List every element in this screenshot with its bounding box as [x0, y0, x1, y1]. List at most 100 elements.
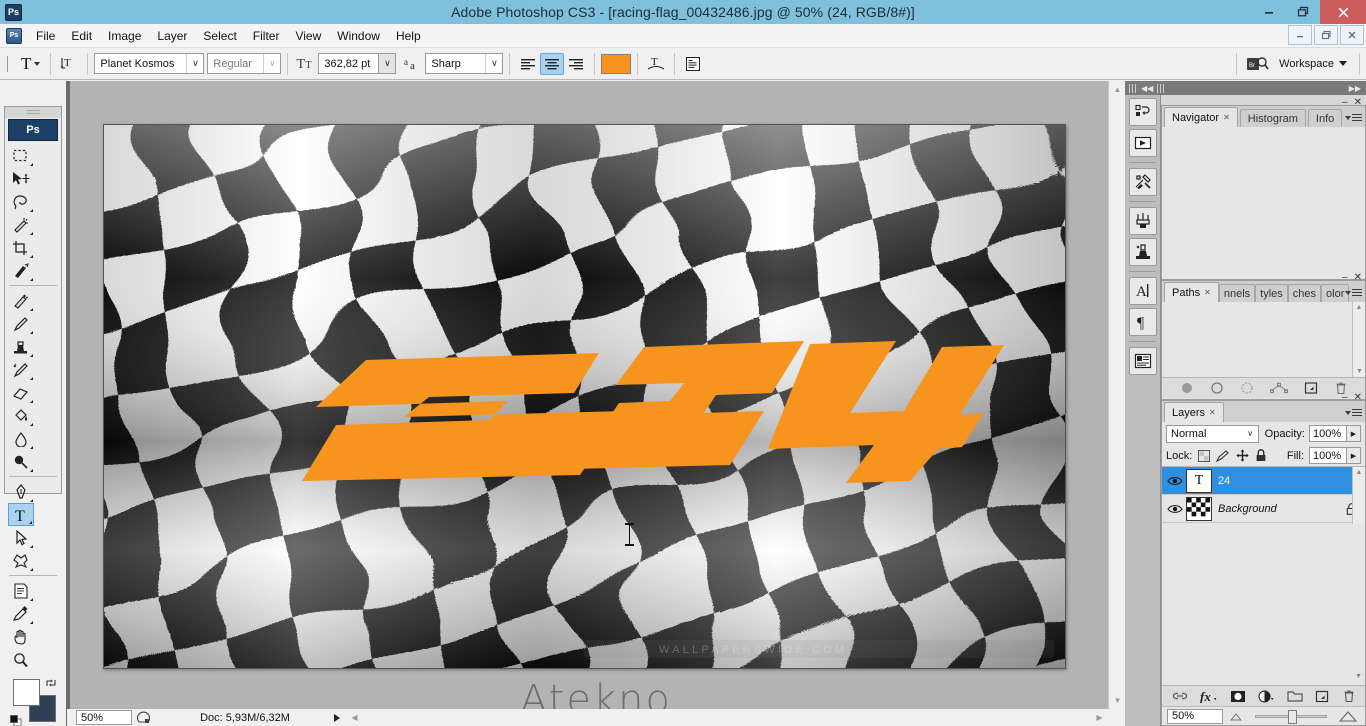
tab-styles[interactable]: tyles [1255, 284, 1288, 302]
fill-path-icon[interactable] [1180, 381, 1194, 395]
document-system-icon[interactable]: Ps [6, 28, 22, 44]
eyedropper-tool[interactable] [8, 602, 34, 625]
lock-all-icon[interactable] [1254, 449, 1268, 463]
default-colors-icon[interactable] [10, 715, 22, 726]
document-size-icon[interactable] [132, 709, 156, 726]
workspace-button[interactable]: Workspace [1273, 56, 1353, 72]
menu-select[interactable]: Select [195, 26, 244, 46]
anti-alias-select[interactable]: Sharp ∨ [425, 53, 503, 74]
tab-swatches[interactable]: ches [1288, 284, 1321, 302]
scroll-down-icon[interactable]: ▼ [1109, 692, 1126, 709]
minimize-button[interactable] [1252, 0, 1286, 24]
zoom-out-icon[interactable] [1229, 712, 1243, 721]
blur-tool[interactable] [8, 427, 34, 450]
menu-file[interactable]: File [28, 26, 63, 46]
tool-preset-picker[interactable]: T [17, 54, 44, 74]
stroke-path-icon[interactable] [1210, 381, 1224, 395]
paragraph-icon[interactable]: ¶ [1129, 308, 1157, 336]
brush-tool[interactable] [8, 312, 34, 335]
dock-grip-secondary[interactable] [1157, 84, 1165, 93]
fill-stepper[interactable]: ▶ [1347, 447, 1361, 464]
link-layers-icon[interactable] [1172, 690, 1188, 702]
close-icon[interactable]: ✕ [1223, 113, 1230, 122]
new-layer-icon[interactable] [1315, 690, 1330, 703]
character-paragraph-panels-icon[interactable] [681, 53, 705, 75]
dodge-tool[interactable] [8, 450, 34, 473]
magic-wand-tool[interactable] [8, 213, 34, 236]
delete-layer-icon[interactable] [1342, 689, 1356, 703]
foreground-color-swatch[interactable] [13, 679, 40, 706]
hand-tool[interactable] [8, 625, 34, 648]
zoom-slider-track[interactable] [1255, 715, 1327, 718]
collapse-icon[interactable]: – [1342, 272, 1348, 283]
new-group-icon[interactable] [1287, 690, 1303, 703]
layer-name[interactable]: Background [1218, 503, 1277, 515]
layers-panel-menu-icon[interactable] [1345, 406, 1362, 419]
blend-mode-select[interactable]: Normal ∨ [1166, 425, 1259, 443]
fill-input[interactable]: 100% [1309, 447, 1347, 464]
tab-layers[interactable]: Layers ✕ [1164, 402, 1224, 422]
make-work-path-icon[interactable] [1270, 381, 1288, 395]
tab-paths[interactable]: Paths ✕ [1164, 282, 1219, 302]
align-left-button[interactable] [516, 53, 540, 75]
paint-bucket-tool[interactable] [8, 404, 34, 427]
warp-text-icon[interactable]: T [644, 53, 668, 75]
layer-thumbnail[interactable] [1186, 497, 1212, 521]
zoom-slider-knob[interactable] [1288, 710, 1297, 724]
new-path-icon[interactable] [1304, 381, 1318, 395]
tool-presets-icon[interactable] [1129, 168, 1157, 196]
scroll-down-icon[interactable]: ▼ [1353, 368, 1366, 375]
collapse-panels-icon[interactable]: ◀◀ [1141, 84, 1153, 93]
lasso-tool[interactable] [8, 190, 34, 213]
pen-tool[interactable] [8, 480, 34, 503]
healing-brush-tool[interactable] [8, 289, 34, 312]
paths-list[interactable]: ▲ ▼ [1162, 302, 1365, 377]
tab-histogram[interactable]: Histogram [1240, 109, 1306, 127]
move-tool[interactable] [8, 167, 34, 190]
expand-panels-icon[interactable]: ▶▶ [1349, 84, 1366, 93]
layer-comps-icon[interactable] [1129, 347, 1157, 375]
swap-colors-icon[interactable] [45, 677, 57, 689]
text-color-swatch[interactable] [601, 54, 631, 74]
navigator-preview[interactable] [1162, 127, 1365, 279]
opacity-stepper[interactable]: ▶ [1347, 425, 1361, 442]
navigator-panel-menu-icon[interactable] [1345, 111, 1362, 124]
align-right-button[interactable] [564, 53, 588, 75]
zoom-level-input[interactable]: 50% [76, 710, 132, 725]
text-orientation-icon[interactable]: T [57, 53, 81, 75]
load-selection-icon[interactable] [1240, 381, 1254, 395]
document-minimize-button[interactable] [1288, 25, 1312, 45]
eraser-tool[interactable] [8, 381, 34, 404]
canvas-vertical-scrollbar[interactable]: ▲ ▼ [1108, 81, 1125, 709]
dock-header[interactable]: ◀◀ ▶▶ [1125, 81, 1366, 95]
layer-visibility-icon[interactable] [1164, 496, 1186, 522]
font-family-select[interactable]: Planet Kosmos ∨ [94, 53, 204, 74]
layer-mask-icon[interactable] [1230, 690, 1246, 703]
scroll-left-icon[interactable]: ◀ [346, 709, 363, 726]
clone-stamp-tool[interactable] [8, 335, 34, 358]
menu-help[interactable]: Help [388, 26, 429, 46]
notes-tool[interactable] [8, 579, 34, 602]
table-row[interactable]: T 24 [1162, 467, 1365, 495]
lock-transparent-pixels-icon[interactable] [1197, 449, 1211, 463]
close-icon[interactable]: ✕ [1204, 288, 1211, 297]
image-canvas[interactable]: WALLPAPERSWIDE.COM [103, 124, 1066, 669]
history-actions-icon[interactable] [1129, 98, 1157, 126]
document-close-button[interactable] [1340, 25, 1364, 45]
layers-scroll-down-icon[interactable]: ▼ [1162, 673, 1365, 680]
zoom-tool[interactable] [8, 648, 34, 671]
lock-position-icon[interactable] [1235, 449, 1249, 463]
history-brush-tool[interactable] [8, 358, 34, 381]
dock-zoom-input[interactable]: 50% [1167, 709, 1223, 724]
font-size-input[interactable]: 362,82 pt ∨ [318, 53, 396, 74]
options-bar-grip[interactable] [3, 52, 13, 76]
menu-filter[interactable]: Filter [245, 26, 288, 46]
path-selection-tool[interactable] [8, 526, 34, 549]
layers-scrollbar[interactable]: ▲ [1352, 467, 1365, 524]
collapse-icon[interactable]: – [1342, 392, 1348, 403]
menu-layer[interactable]: Layer [149, 26, 195, 46]
collapse-icon[interactable]: – [1342, 97, 1348, 108]
clone-source-icon[interactable] [1129, 238, 1157, 266]
tab-info[interactable]: Info [1308, 109, 1342, 127]
layer-name[interactable]: 24 [1218, 475, 1230, 487]
